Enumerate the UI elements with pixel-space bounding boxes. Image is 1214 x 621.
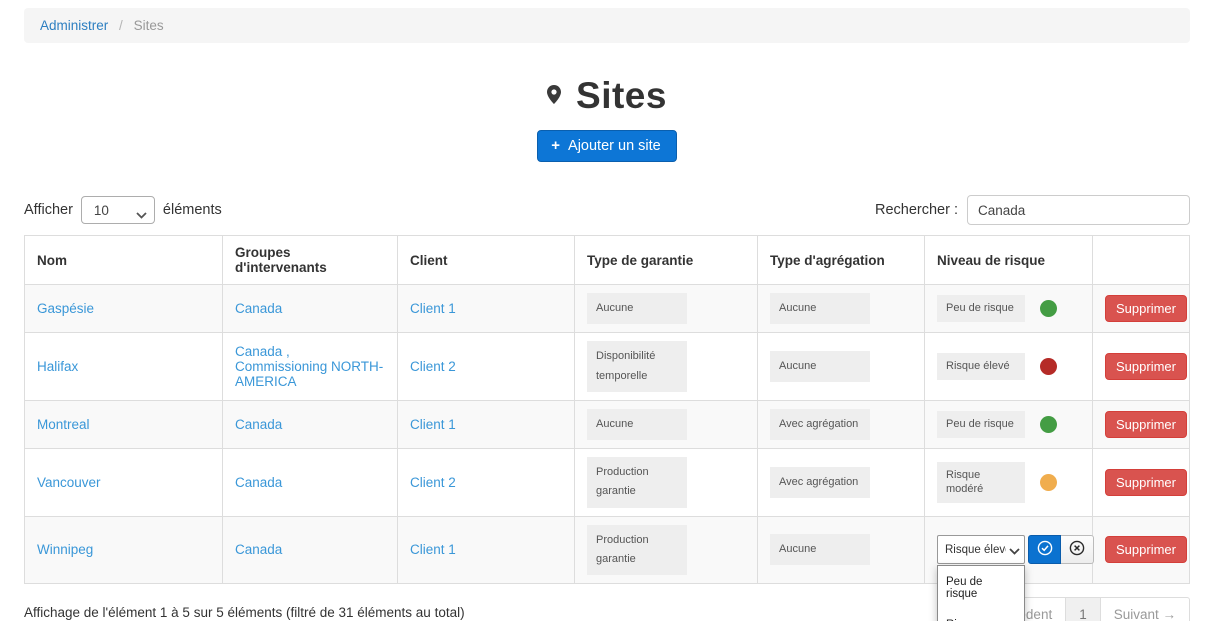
column-header-risque[interactable]: Niveau de risque — [925, 236, 1093, 285]
delete-button[interactable]: Supprimer — [1105, 469, 1187, 496]
client-link[interactable]: Client 2 — [410, 359, 456, 374]
column-header-nom[interactable]: Nom — [25, 236, 223, 285]
x-circle-icon — [1069, 540, 1085, 559]
guarantee-value: Disponibilité temporelle — [587, 341, 687, 392]
delete-button[interactable]: Supprimer — [1105, 295, 1187, 322]
site-name-link[interactable]: Vancouver — [37, 475, 101, 490]
table-header-row: Nom Groupes d'intervenants Client Type d… — [25, 236, 1190, 285]
risk-option-risque-modere[interactable]: Risque modéré — [938, 609, 1024, 621]
length-label: Afficher — [24, 202, 73, 218]
group-link[interactable]: Canada , Commissioning NORTH-AMERICA — [235, 344, 383, 389]
table-row: Winnipeg Canada Client 1 Production gara… — [25, 516, 1190, 584]
site-name-link[interactable]: Gaspésie — [37, 301, 94, 316]
aggregation-value: Aucune — [770, 534, 870, 565]
risk-select-value: Risque élevé — [945, 544, 1006, 556]
length-suffix: éléments — [163, 202, 222, 218]
client-link[interactable]: Client 1 — [410, 301, 456, 316]
search-input[interactable] — [967, 195, 1190, 225]
guarantee-value: Aucune — [587, 409, 687, 440]
guarantee-value: Aucune — [587, 293, 687, 324]
client-link[interactable]: Client 2 — [410, 475, 456, 490]
risk-dot — [1040, 358, 1057, 375]
guarantee-value: Production garantie — [587, 525, 687, 576]
confirm-risk-button[interactable] — [1028, 535, 1061, 564]
search-control: Rechercher : — [875, 195, 1190, 225]
plus-icon: + — [551, 137, 560, 154]
aggregation-value: Avec agrégation — [770, 409, 870, 440]
risk-value: Peu de risque — [937, 295, 1025, 321]
table-info: Affichage de l'élément 1 à 5 sur 5 éléme… — [24, 597, 465, 620]
risk-value: Risque élevé — [937, 353, 1025, 379]
breadcrumb-link-administrer[interactable]: Administrer — [40, 18, 108, 33]
risk-value: Peu de risque — [937, 411, 1025, 437]
add-site-button[interactable]: + Ajouter un site — [537, 130, 676, 162]
breadcrumb: Administrer / Sites — [24, 8, 1190, 43]
delete-button[interactable]: Supprimer — [1105, 536, 1187, 563]
sites-table: Nom Groupes d'intervenants Client Type d… — [24, 235, 1190, 584]
page-length-value: 10 — [94, 203, 109, 218]
group-link[interactable]: Canada — [235, 475, 282, 490]
column-header-garantie[interactable]: Type de garantie — [575, 236, 758, 285]
risk-dot — [1040, 300, 1057, 317]
site-name-link[interactable]: Halifax — [37, 359, 78, 374]
risk-select[interactable]: Risque élevé — [937, 535, 1025, 564]
check-circle-icon — [1037, 540, 1053, 559]
table-row: Montreal Canada Client 1 Aucune Avec agr… — [25, 400, 1190, 448]
site-name-link[interactable]: Winnipeg — [37, 542, 93, 557]
breadcrumb-current: Sites — [134, 18, 164, 33]
risk-value: Risque modéré — [937, 462, 1025, 503]
page: Administrer / Sites Sites + Ajouter un s… — [0, 8, 1214, 621]
table-row: Vancouver Canada Client 2 Production gar… — [25, 449, 1190, 517]
client-link[interactable]: Client 1 — [410, 417, 456, 432]
add-row: + Ajouter un site — [0, 130, 1214, 162]
site-name-link[interactable]: Montreal — [37, 417, 90, 432]
guarantee-value: Production garantie — [587, 457, 687, 508]
risk-dot — [1040, 474, 1057, 491]
page-length-select[interactable]: 10 — [81, 196, 155, 224]
column-header-actions — [1093, 236, 1190, 285]
pagination-next-button[interactable]: Suivant → — [1101, 597, 1190, 621]
title-row: Sites — [0, 75, 1214, 117]
group-link[interactable]: Canada — [235, 417, 282, 432]
client-link[interactable]: Client 1 — [410, 542, 456, 557]
chevron-down-icon — [1009, 546, 1020, 558]
aggregation-value: Aucune — [770, 293, 870, 324]
delete-button[interactable]: Supprimer — [1105, 411, 1187, 438]
cancel-risk-button[interactable] — [1061, 535, 1094, 564]
map-pin-icon — [547, 85, 561, 109]
chevron-down-icon — [136, 207, 147, 222]
length-control: Afficher 10 éléments — [24, 196, 222, 224]
add-site-button-label: Ajouter un site — [568, 138, 661, 154]
column-header-agregation[interactable]: Type d'agrégation — [758, 236, 925, 285]
delete-button[interactable]: Supprimer — [1105, 353, 1187, 380]
group-link[interactable]: Canada — [235, 542, 282, 557]
column-header-client[interactable]: Client — [398, 236, 575, 285]
table-row: Gaspésie Canada Client 1 Aucune Aucune P… — [25, 285, 1190, 333]
search-label: Rechercher : — [875, 202, 958, 218]
aggregation-value: Aucune — [770, 351, 870, 382]
risk-dropdown: Peu de risque Risque modéré Risque élevé — [937, 565, 1025, 621]
breadcrumb-separator: / — [119, 18, 123, 33]
group-link[interactable]: Canada — [235, 301, 282, 316]
column-header-groupes[interactable]: Groupes d'intervenants — [223, 236, 398, 285]
aggregation-value: Avec agrégation — [770, 467, 870, 498]
risk-dot — [1040, 416, 1057, 433]
table-row: Halifax Canada , Commissioning NORTH-AME… — [25, 333, 1190, 401]
risk-option-peu-de-risque[interactable]: Peu de risque — [938, 566, 1024, 609]
risk-editor: Risque élevé — [937, 535, 1080, 564]
pagination-page-1-button[interactable]: 1 — [1066, 597, 1101, 621]
page-title: Sites — [576, 75, 667, 117]
table-controls: Afficher 10 éléments Rechercher : — [24, 195, 1190, 225]
